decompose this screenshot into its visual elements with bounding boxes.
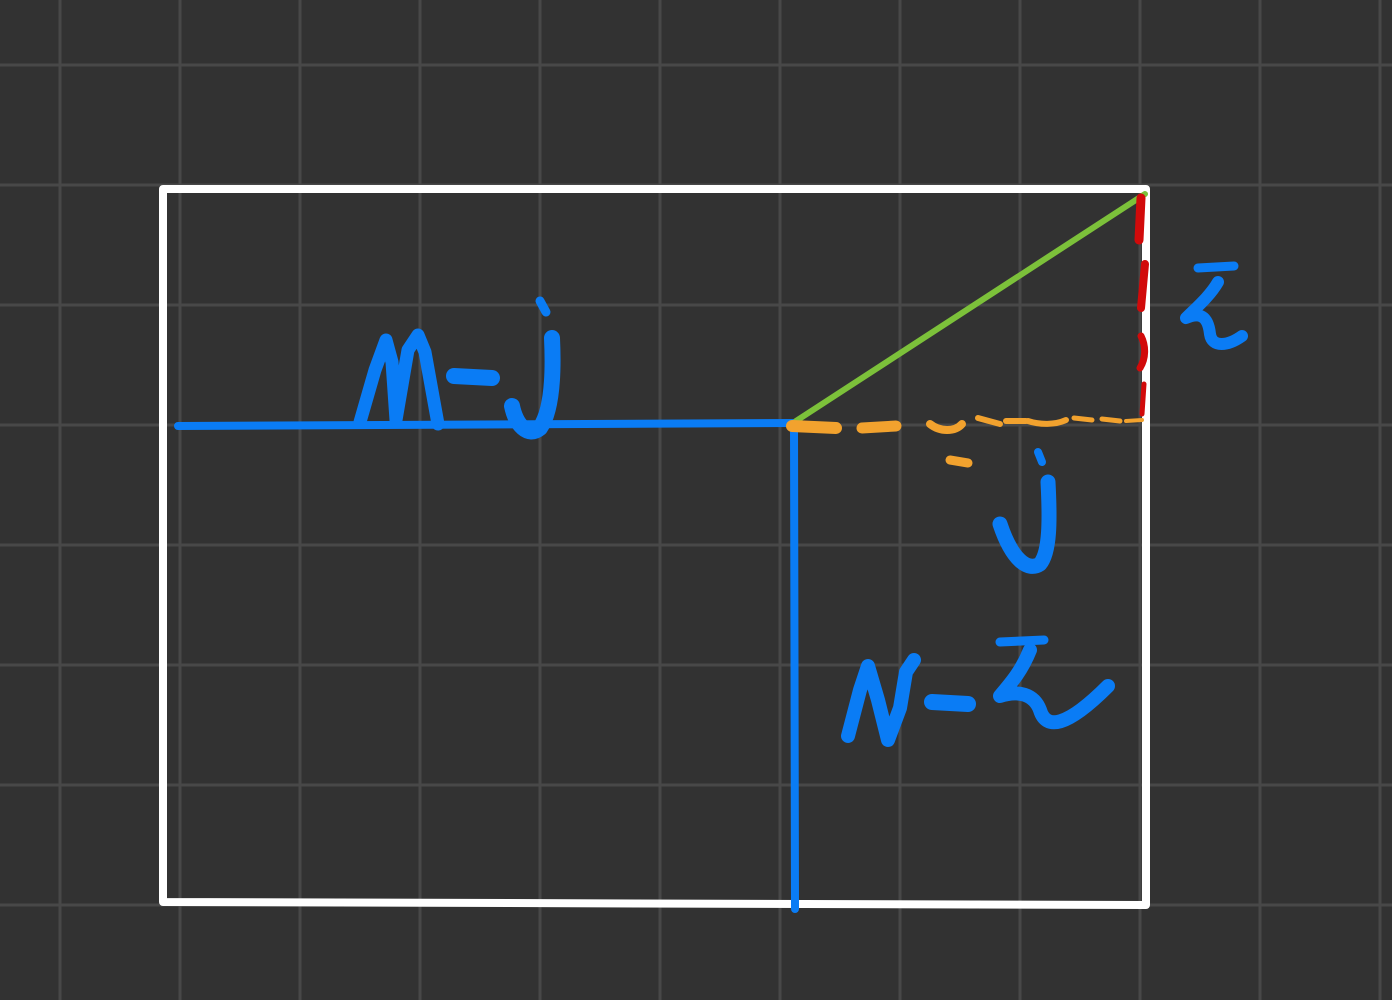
background-grid [0, 0, 1392, 1000]
blue-vertical-line [790, 421, 799, 913]
green-diagonal-line [793, 191, 1148, 424]
label-n-minus-i: N-i [841, 635, 1115, 747]
label-j: j [992, 448, 1057, 574]
whiteboard-canvas: M-j i j N-i [0, 0, 1392, 1000]
label-m-minus-j: M-j [353, 296, 561, 440]
label-i: i [1180, 261, 1248, 350]
white-rectangle-frame [159, 185, 1150, 909]
